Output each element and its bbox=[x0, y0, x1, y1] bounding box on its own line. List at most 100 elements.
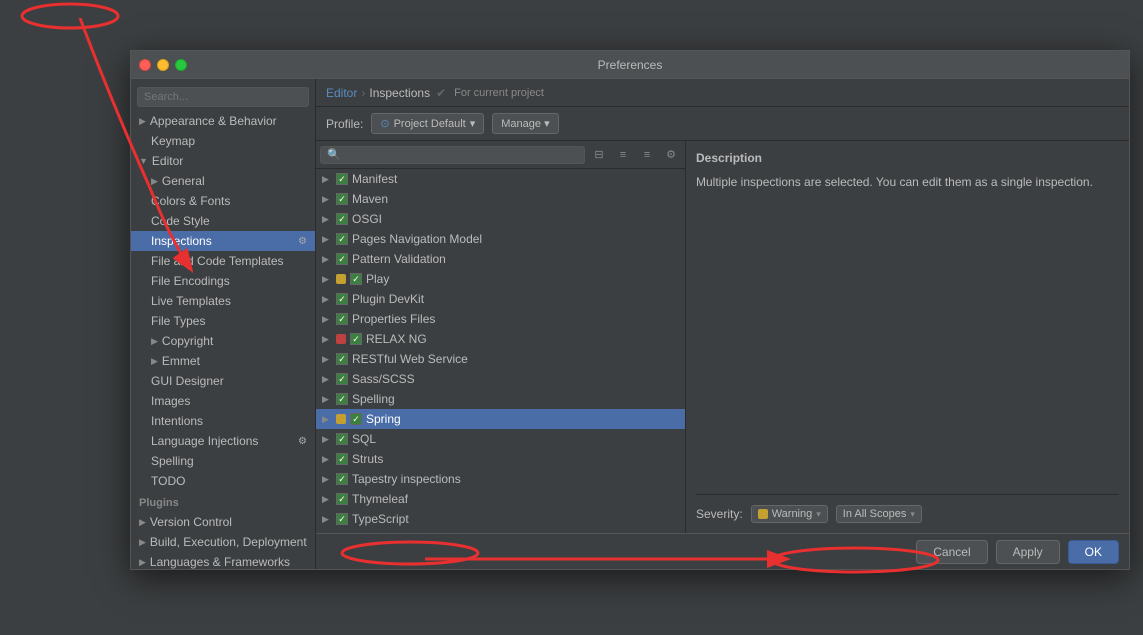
nav-item-general[interactable]: ▶ General bbox=[131, 171, 315, 191]
nav-item-languages[interactable]: ▶ Languages & Frameworks bbox=[131, 552, 315, 569]
arrow-icon: ▶ bbox=[322, 174, 332, 185]
check-icon[interactable]: ✓ bbox=[336, 473, 348, 485]
collapse-button[interactable]: ≡ bbox=[637, 145, 657, 165]
list-item[interactable]: ▶ ✓ Play bbox=[316, 269, 685, 289]
check-icon[interactable]: ✓ bbox=[336, 493, 348, 505]
insp-search-input[interactable] bbox=[320, 146, 585, 164]
list-item[interactable]: ▶ ✓ Plugin DevKit bbox=[316, 289, 685, 309]
item-label: Maven bbox=[352, 192, 388, 206]
list-item[interactable]: ▶ ✓ Manifest bbox=[316, 169, 685, 189]
severity-row: Severity: Warning ▾ In All Scopes ▾ bbox=[696, 494, 1119, 523]
manage-button[interactable]: Manage ▾ bbox=[492, 113, 558, 134]
check-icon[interactable]: ✓ bbox=[336, 293, 348, 305]
check-icon[interactable]: ✓ bbox=[336, 173, 348, 185]
scope-dropdown[interactable]: In All Scopes ▾ bbox=[836, 505, 922, 523]
check-icon[interactable]: ✓ bbox=[336, 313, 348, 325]
check-icon[interactable]: ✓ bbox=[350, 333, 362, 345]
arrow-icon: ▶ bbox=[322, 454, 332, 465]
description-text: Multiple inspections are selected. You c… bbox=[696, 173, 1119, 191]
pref-footer: Cancel Apply OK bbox=[316, 533, 1129, 569]
nav-item-vcs[interactable]: ▶ Version Control bbox=[131, 512, 315, 532]
list-item[interactable]: ▶ ✓ Properties Files bbox=[316, 309, 685, 329]
cancel-button[interactable]: Cancel bbox=[916, 540, 987, 564]
arrow-icon: ▶ bbox=[322, 214, 332, 225]
nav-item-copyright[interactable]: ▶ Copyright bbox=[131, 331, 315, 351]
nav-item-todo[interactable]: TODO bbox=[131, 471, 315, 491]
scope-dropdown-arrow: ▾ bbox=[910, 509, 915, 520]
check-icon[interactable]: ✓ bbox=[336, 213, 348, 225]
check-icon[interactable]: ✓ bbox=[336, 353, 348, 365]
severity-dropdown[interactable]: Warning ▾ bbox=[751, 505, 828, 523]
list-item[interactable]: ▶ ✓ TypeScript bbox=[316, 509, 685, 529]
list-item-spring[interactable]: ▶ ✓ Spring bbox=[316, 409, 685, 429]
description-title: Description bbox=[696, 151, 1119, 165]
list-item[interactable]: ▶ ✓ Struts bbox=[316, 449, 685, 469]
description-panel: Description Multiple inspections are sel… bbox=[686, 141, 1129, 533]
nav-item-file-types[interactable]: File Types bbox=[131, 311, 315, 331]
apply-button[interactable]: Apply bbox=[996, 540, 1060, 564]
arrow-icon: ▶ bbox=[322, 234, 332, 245]
nav-item-emmet[interactable]: ▶ Emmet bbox=[131, 351, 315, 371]
nav-item-colors[interactable]: Colors & Fonts bbox=[131, 191, 315, 211]
item-label: Sass/SCSS bbox=[352, 372, 415, 386]
nav-item-keymap[interactable]: Keymap bbox=[131, 131, 315, 151]
nav-item-lang-injections[interactable]: Language Injections ⚙ bbox=[131, 431, 315, 451]
check-icon[interactable]: ✓ bbox=[350, 273, 362, 285]
breadcrumb-inspections: Inspections bbox=[369, 86, 430, 100]
nav-item-live-templates[interactable]: Live Templates bbox=[131, 291, 315, 311]
minimize-button[interactable] bbox=[157, 59, 169, 71]
list-item[interactable]: ▶ ✓ Tapestry inspections bbox=[316, 469, 685, 489]
expand-button[interactable]: ≡ bbox=[613, 145, 633, 165]
nav-item-appearance[interactable]: ▶ Appearance & Behavior bbox=[131, 111, 315, 131]
list-item[interactable]: ▶ ✓ RELAX NG bbox=[316, 329, 685, 349]
maximize-button[interactable] bbox=[175, 59, 187, 71]
check-icon[interactable]: ✓ bbox=[336, 253, 348, 265]
check-icon[interactable]: ✓ bbox=[336, 233, 348, 245]
check-icon[interactable]: ✓ bbox=[350, 413, 362, 425]
item-label: Pattern Validation bbox=[352, 252, 446, 266]
arrow-icon: ▶ bbox=[322, 514, 332, 525]
nav-item-intentions[interactable]: Intentions bbox=[131, 411, 315, 431]
arrow-icon: ▶ bbox=[322, 474, 332, 485]
arrow-icon: ▶ bbox=[322, 374, 332, 385]
list-item[interactable]: ▶ ✓ RESTful Web Service bbox=[316, 349, 685, 369]
pref-nav-search[interactable] bbox=[137, 87, 309, 107]
breadcrumb-editor[interactable]: Editor bbox=[326, 86, 357, 100]
arrow-icon: ▶ bbox=[322, 314, 332, 325]
check-icon[interactable]: ✓ bbox=[336, 453, 348, 465]
nav-item-images[interactable]: Images bbox=[131, 391, 315, 411]
list-item[interactable]: ▶ ✓ Pages Navigation Model bbox=[316, 229, 685, 249]
close-button[interactable] bbox=[139, 59, 151, 71]
check-icon[interactable]: ✓ bbox=[336, 193, 348, 205]
check-icon[interactable]: ✓ bbox=[336, 373, 348, 385]
list-item[interactable]: ▶ ✓ Thymeleaf bbox=[316, 489, 685, 509]
list-item[interactable]: ▶ ✓ Sass/SCSS bbox=[316, 369, 685, 389]
nav-item-spelling[interactable]: Spelling bbox=[131, 451, 315, 471]
check-icon[interactable]: ✓ bbox=[336, 393, 348, 405]
profile-dropdown[interactable]: ⊙ Project Default ▾ bbox=[371, 113, 484, 134]
check-icon[interactable]: ✓ bbox=[336, 513, 348, 525]
list-item[interactable]: ▶ ✓ Pattern Validation bbox=[316, 249, 685, 269]
list-item[interactable]: ▶ ✓ Maven bbox=[316, 189, 685, 209]
severity-value: Warning bbox=[772, 508, 813, 520]
settings-button[interactable]: ⚙ bbox=[661, 145, 681, 165]
nav-item-inspections[interactable]: Inspections ⚙ bbox=[131, 231, 315, 251]
arrow-icon: ▶ bbox=[139, 557, 146, 568]
nav-item-codestyle[interactable]: Code Style bbox=[131, 211, 315, 231]
nav-item-editor[interactable]: ▼ Editor bbox=[131, 151, 315, 171]
severity-label: Severity: bbox=[696, 507, 743, 521]
nav-item-file-code-templates[interactable]: File and Code Templates bbox=[131, 251, 315, 271]
filter-button[interactable]: ⊟ bbox=[589, 145, 609, 165]
arrow-icon: ▶ bbox=[322, 294, 332, 305]
check-icon[interactable]: ✓ bbox=[336, 433, 348, 445]
list-item[interactable]: ▶ ✓ Spelling bbox=[316, 389, 685, 409]
item-label: Spring bbox=[366, 412, 401, 426]
nav-item-build[interactable]: ▶ Build, Execution, Deployment bbox=[131, 532, 315, 552]
ok-button[interactable]: OK bbox=[1068, 540, 1119, 564]
item-label: Tapestry inspections bbox=[352, 472, 461, 486]
list-item[interactable]: ▶ ✓ SQL bbox=[316, 429, 685, 449]
severity-dot-icon bbox=[758, 509, 768, 519]
nav-item-file-encodings[interactable]: File Encodings bbox=[131, 271, 315, 291]
list-item[interactable]: ▶ ✓ OSGI bbox=[316, 209, 685, 229]
nav-item-gui-designer[interactable]: GUI Designer bbox=[131, 371, 315, 391]
